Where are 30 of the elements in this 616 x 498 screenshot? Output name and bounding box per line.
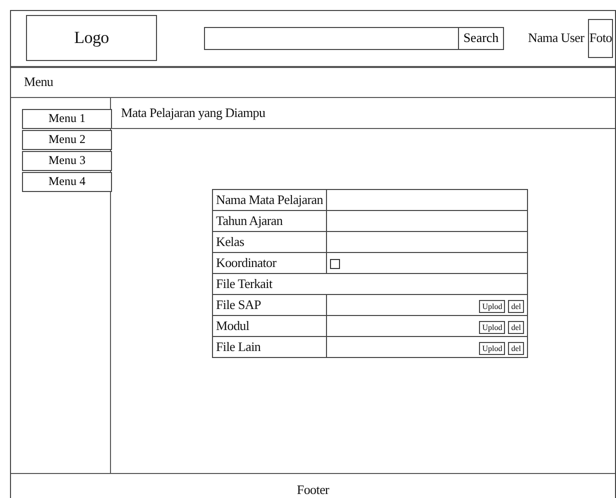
logo: Logo bbox=[26, 15, 157, 62]
sidebar-item[interactable]: Menu 2 bbox=[22, 130, 112, 150]
search-button[interactable]: Search bbox=[459, 26, 504, 50]
upload-button[interactable]: Uplod bbox=[479, 300, 506, 313]
delete-button[interactable]: del bbox=[508, 320, 524, 334]
delete-button[interactable]: del bbox=[508, 300, 524, 313]
field-label: Modul bbox=[212, 315, 326, 336]
user-photo: Foto bbox=[588, 18, 614, 58]
field-label: Tahun Ajaran bbox=[212, 210, 326, 232]
upload-button[interactable]: Uplod bbox=[479, 342, 506, 355]
field-label: Nama Mata Pelajaran bbox=[212, 189, 326, 210]
checkbox[interactable] bbox=[330, 258, 340, 269]
field-label: Koordinator bbox=[212, 252, 326, 274]
input-field[interactable] bbox=[326, 189, 528, 210]
field-label: Kelas bbox=[212, 231, 326, 252]
input-field[interactable] bbox=[326, 231, 528, 252]
field-label: File SAP bbox=[212, 294, 326, 316]
section-label: File Terkait bbox=[212, 273, 528, 294]
menu-label: Menu bbox=[24, 74, 54, 90]
upload-button[interactable]: Uplod bbox=[479, 320, 506, 334]
delete-button[interactable]: del bbox=[508, 342, 524, 355]
sidebar-item[interactable]: Menu 4 bbox=[22, 172, 112, 192]
page-title: Mata Pelajaran yang Diampu bbox=[121, 104, 266, 121]
sidebar-item[interactable]: Menu 3 bbox=[22, 150, 112, 171]
field-label: File Lain bbox=[212, 336, 326, 358]
input-field[interactable] bbox=[326, 210, 528, 232]
user-name: Nama User bbox=[528, 30, 584, 46]
footer-label: Footer bbox=[296, 482, 330, 498]
sidebar-item[interactable]: Menu 1 bbox=[22, 108, 112, 129]
search-field[interactable] bbox=[204, 26, 459, 50]
